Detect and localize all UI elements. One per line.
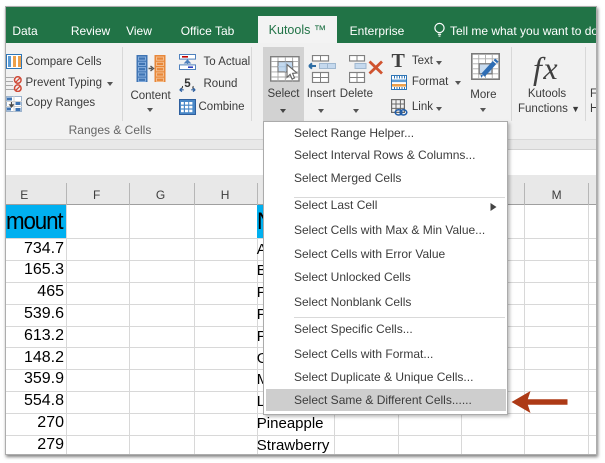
- svg-text:5: 5: [184, 78, 191, 90]
